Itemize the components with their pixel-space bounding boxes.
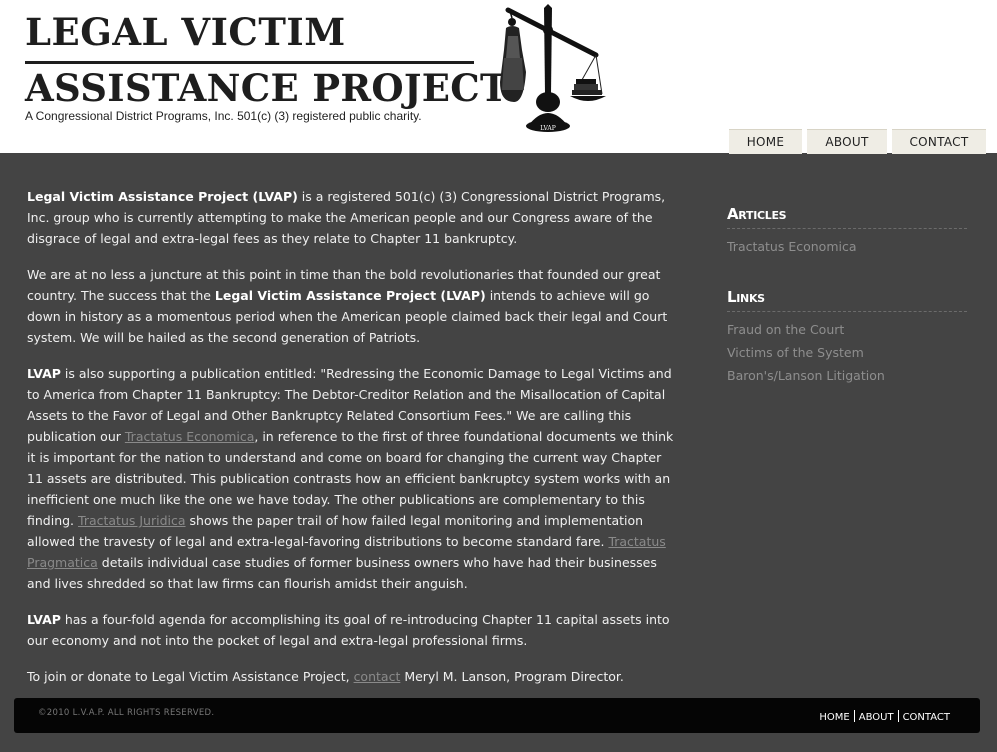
contact-link[interactable]: contact — [354, 669, 401, 684]
articles-heading: Articles — [727, 205, 967, 229]
contact-paragraph: To join or donate to Legal Victim Assist… — [27, 666, 677, 687]
site-tagline: A Congressional District Programs, Inc. … — [25, 109, 422, 123]
scales-of-justice-logo: LVAP — [500, 4, 606, 132]
org-name: Legal Victim Assistance Project (LVAP) — [214, 288, 486, 303]
footer-home-link[interactable]: HOME — [815, 712, 853, 723]
intro-paragraph: Legal Victim Assistance Project (LVAP) i… — [27, 186, 677, 249]
nav-contact[interactable]: CONTACT — [892, 129, 986, 154]
title-divider — [25, 61, 474, 64]
sidebar-link-litigation[interactable]: Baron's/Lanson Litigation — [727, 364, 967, 387]
footer-contact-link[interactable]: CONTACT — [899, 712, 954, 723]
tractatus-juridica-link[interactable]: Tractatus Juridica — [78, 513, 186, 528]
org-name: Legal Victim Assistance Project (LVAP) — [27, 189, 298, 204]
site-title-line2: ASSISTANCE PROJECT — [25, 66, 508, 110]
agenda-paragraph: LVAP has a four-fold agenda for accompli… — [27, 609, 677, 651]
paragraph-text: has a four-fold agenda for accomplishing… — [27, 612, 670, 648]
articles-list: Tractatus Economica — [727, 235, 967, 258]
links-list: Fraud on the Court Victims of the System… — [727, 318, 967, 387]
org-abbrev: LVAP — [27, 612, 61, 627]
sidebar-link-fraud[interactable]: Fraud on the Court — [727, 318, 967, 341]
logo-text: LVAP — [540, 125, 556, 132]
mission-paragraph: We are at no less a juncture at this poi… — [27, 264, 677, 348]
sidebar-link-victims[interactable]: Victims of the System — [727, 341, 967, 364]
site-footer: ©2010 L.V.A.P. ALL RIGHTS RESERVED. HOME… — [14, 698, 980, 733]
paragraph-text: To join or donate to Legal Victim Assist… — [27, 669, 354, 684]
site-header: LEGAL VICTIM ASSISTANCE PROJECT A Congre… — [0, 0, 997, 154]
nav-home[interactable]: HOME — [729, 129, 802, 154]
org-abbrev: LVAP — [27, 366, 61, 381]
paragraph-text: details individual case studies of forme… — [27, 555, 657, 591]
sidebar-article-link[interactable]: Tractatus Economica — [727, 235, 967, 258]
links-heading: Links — [727, 288, 967, 312]
copyright-text: ©2010 L.V.A.P. ALL RIGHTS RESERVED. — [38, 708, 215, 718]
main-content: Legal Victim Assistance Project (LVAP) i… — [27, 186, 677, 702]
nav-about[interactable]: ABOUT — [807, 129, 887, 154]
footer-about-link[interactable]: ABOUT — [855, 712, 898, 723]
site-title-line1: LEGAL VICTIM — [25, 10, 346, 54]
tractatus-economica-link[interactable]: Tractatus Economica — [125, 429, 255, 444]
paragraph-text: Meryl M. Lanson, Program Director. — [400, 669, 624, 684]
sidebar: Articles Tractatus Economica Links Fraud… — [727, 205, 967, 387]
footer-nav: HOME ABOUT CONTACT — [815, 710, 954, 723]
publication-paragraph: LVAP is also supporting a publication en… — [27, 363, 677, 594]
